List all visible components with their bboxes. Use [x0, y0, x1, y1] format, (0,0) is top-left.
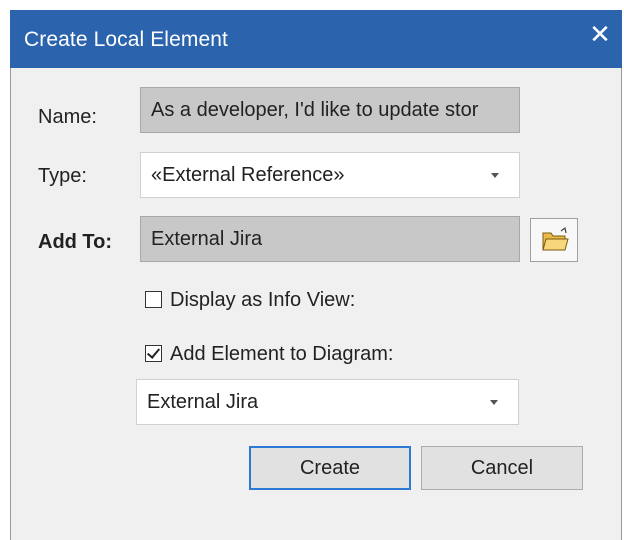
- name-label: Name:: [38, 106, 97, 128]
- display-info-view-checkbox[interactable]: [145, 291, 162, 308]
- add-to-label: Add To:: [38, 231, 113, 253]
- type-select-value: «External Reference»: [151, 164, 345, 186]
- name-field-value: As a developer, I'd like to update stor: [151, 99, 479, 121]
- create-button[interactable]: Create: [249, 446, 411, 490]
- chevron-down-icon: [491, 173, 499, 178]
- add-to-field-value: External Jira: [151, 228, 263, 250]
- folder-open-icon: [542, 226, 569, 251]
- close-icon[interactable]: ✕: [584, 18, 616, 50]
- cancel-button[interactable]: Cancel: [421, 446, 583, 490]
- add-to-diagram-checkbox[interactable]: [145, 345, 162, 362]
- checkmark-icon: [146, 345, 161, 359]
- type-label: Type:: [38, 165, 87, 187]
- diagram-select-value: External Jira: [147, 391, 259, 413]
- add-to-field[interactable]: External Jira: [140, 216, 520, 262]
- name-field[interactable]: As a developer, I'd like to update stor: [140, 87, 520, 133]
- diagram-select[interactable]: External Jira: [136, 379, 519, 425]
- dialog-titlebar[interactable]: Create Local Element ✕: [10, 10, 622, 68]
- dialog-title: Create Local Element: [24, 28, 228, 51]
- display-info-view-label[interactable]: Display as Info View:: [170, 288, 355, 312]
- chevron-down-icon: [490, 400, 498, 405]
- add-to-diagram-label[interactable]: Add Element to Diagram:: [170, 342, 393, 366]
- browse-button[interactable]: [530, 218, 578, 262]
- type-select[interactable]: «External Reference»: [140, 152, 520, 198]
- dialog-border-right: [621, 68, 622, 540]
